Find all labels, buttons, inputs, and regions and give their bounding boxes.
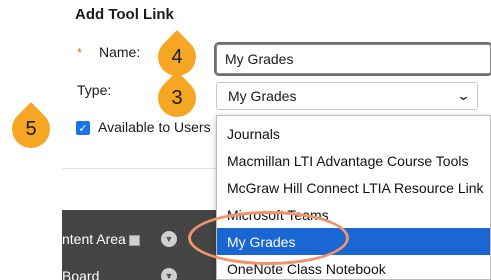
grid-icon (129, 235, 140, 246)
name-label: Name: (99, 44, 141, 60)
course-menu-item-board[interactable]: Board ▼ (62, 264, 222, 280)
type-label: Type: (77, 82, 112, 98)
required-marker: * (77, 45, 83, 60)
dropdown-option[interactable]: OneNote Class Notebook (217, 255, 490, 279)
course-menu-item-label: ntent Area (62, 231, 126, 247)
dropdown-option-selected[interactable]: My Grades (217, 228, 490, 255)
type-select-value: My Grades (228, 88, 297, 104)
dropdown-option[interactable]: Microsoft Teams (217, 201, 490, 228)
name-input[interactable]: My Grades (214, 42, 491, 76)
chevron-circle-icon[interactable]: ▼ (161, 231, 177, 247)
course-menu-item-content-area[interactable]: ntent Area ▼ (62, 227, 222, 251)
course-menu-item-label: Board (62, 268, 100, 280)
available-checkbox[interactable]: ✓ (76, 121, 90, 135)
available-label: Available to Users (98, 119, 211, 135)
divider (62, 168, 222, 169)
step-callout-type: 3 (150, 71, 204, 125)
chevron-circle-icon[interactable]: ▼ (161, 268, 177, 280)
panel-title: Add Tool Link (75, 6, 174, 23)
step-number: 3 (171, 86, 183, 109)
step-callout-available: 5 (4, 102, 58, 156)
dropdown-option[interactable]: McGraw Hill Connect LTIA Resource Link (217, 174, 490, 201)
step-number: 4 (171, 45, 183, 68)
step-number: 5 (25, 117, 37, 140)
chevron-down-icon: ⌄ (456, 88, 471, 103)
course-menu: ntent Area ▼ Board ▼ (62, 210, 222, 280)
dropdown-option[interactable]: Journals (217, 120, 490, 147)
type-dropdown-list[interactable]: Journals Macmillan LTI Advantage Course … (216, 115, 491, 280)
dropdown-option[interactable]: Macmillan LTI Advantage Course Tools (217, 147, 490, 174)
type-select[interactable]: My Grades ⌄ (216, 82, 478, 110)
name-input-value: My Grades (225, 51, 294, 67)
